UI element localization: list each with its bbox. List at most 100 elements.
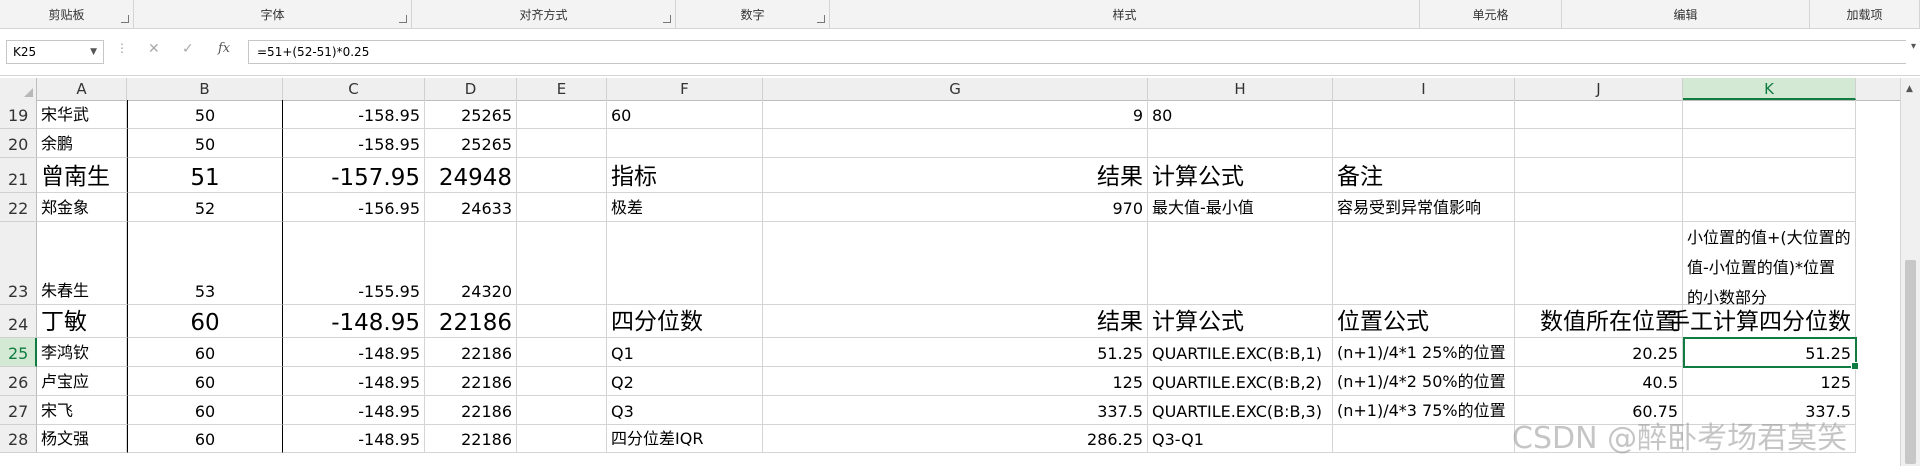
cell-j22[interactable] [1515,193,1683,222]
cell-c23[interactable]: -155.95 [283,222,425,305]
cell-b21[interactable]: 51 [127,158,283,193]
cell-e20[interactable] [517,129,607,158]
cell-i26[interactable]: (n+1)/4*2 50%的位置 [1333,367,1515,396]
cell-i23[interactable] [1333,222,1515,305]
cell-g24[interactable]: 结果 [763,305,1148,338]
cell-f19[interactable]: 60 [607,100,763,129]
column-header-h[interactable]: H [1148,78,1333,100]
column-header-a[interactable]: A [37,78,127,100]
insert-function-icon[interactable]: fx [218,41,230,56]
select-all-button[interactable] [0,78,37,100]
column-header-f[interactable]: F [607,78,763,100]
column-header-e[interactable]: E [517,78,607,100]
cell-i19[interactable] [1333,100,1515,129]
cell-c21[interactable]: -157.95 [283,158,425,193]
cell-g25[interactable]: 51.25 [763,338,1148,367]
cell-b26[interactable]: 60 [127,367,283,396]
more-options-icon[interactable]: ⋮ [116,41,128,55]
cell-g28[interactable]: 286.25 [763,425,1148,453]
name-box[interactable]: K25 ▼ [6,40,104,64]
cell-b20[interactable]: 50 [127,129,283,158]
row-header-19[interactable]: 19 [0,100,37,129]
column-header-g[interactable]: G [763,78,1148,100]
cell-g20[interactable] [763,129,1148,158]
column-header-j[interactable]: J [1515,78,1683,100]
row-header-22[interactable]: 22 [0,193,37,222]
dialog-launcher-icon[interactable] [817,15,825,23]
cell-e22[interactable] [517,193,607,222]
formula-input[interactable]: =51+(52-51)*0.25 [248,40,1906,64]
cell-k24[interactable]: 手工计算四分位数 [1667,305,1856,338]
cell-e28[interactable] [517,425,607,453]
cell-f22[interactable]: 极差 [607,193,763,222]
row-header-24[interactable]: 24 [0,305,37,338]
vertical-scrollbar[interactable]: ▲ [1900,78,1920,466]
cell-f27[interactable]: Q3 [607,396,763,425]
cell-h26[interactable]: QUARTILE.EXC(B:B,2) [1148,367,1333,396]
cell-a22[interactable]: 郑金象 [37,193,127,222]
cell-f25[interactable]: Q1 [607,338,763,367]
cell-h22[interactable]: 最大值-最小值 [1148,193,1333,222]
cell-d23[interactable]: 24320 [425,222,517,305]
cell-f28[interactable]: 四分位差IQR [607,425,763,453]
cell-c25[interactable]: -148.95 [283,338,425,367]
cell-a19[interactable]: 宋华武 [37,100,127,129]
cell-g27[interactable]: 337.5 [763,396,1148,425]
cell-i22[interactable]: 容易受到异常值影响 [1333,193,1515,222]
cell-j20[interactable] [1515,129,1683,158]
cell-g22[interactable]: 970 [763,193,1148,222]
cell-k25[interactable]: 51.25 [1683,338,1856,367]
enter-icon[interactable]: ✓ [182,41,194,57]
scroll-up-icon[interactable]: ▲ [1906,84,1913,94]
cell-e27[interactable] [517,396,607,425]
cell-k20[interactable] [1683,129,1856,158]
cell-a20[interactable]: 余鹏 [37,129,127,158]
cell-h21[interactable]: 计算公式 [1148,158,1333,193]
row-header-21[interactable]: 21 [0,158,37,193]
column-header-c[interactable]: C [283,78,425,100]
cell-k19[interactable] [1683,100,1856,129]
cell-b28[interactable]: 60 [127,425,283,453]
cell-g19[interactable]: 9 [763,100,1148,129]
cell-d20[interactable]: 25265 [425,129,517,158]
cell-b19[interactable]: 50 [127,100,283,129]
cell-f24[interactable]: 四分位数 [607,305,763,338]
cell-c27[interactable]: -148.95 [283,396,425,425]
dialog-launcher-icon[interactable] [121,15,129,23]
cell-d25[interactable]: 22186 [425,338,517,367]
cancel-icon[interactable]: ✕ [148,41,160,57]
column-header-b[interactable]: B [127,78,283,100]
cell-a24[interactable]: 丁敏 [37,305,127,338]
column-header-k[interactable]: K [1683,78,1856,100]
dialog-launcher-icon[interactable] [399,15,407,23]
cell-f20[interactable] [607,129,763,158]
cell-i20[interactable] [1333,129,1515,158]
cell-c26[interactable]: -148.95 [283,367,425,396]
cell-e21[interactable] [517,158,607,193]
cell-h24[interactable]: 计算公式 [1148,305,1333,338]
cell-f23[interactable] [607,222,763,305]
cell-j26[interactable]: 40.5 [1515,367,1683,396]
cell-i27[interactable]: (n+1)/4*3 75%的位置 [1333,396,1515,425]
cell-b23[interactable]: 53 [127,222,283,305]
cell-j24[interactable]: 数值所在位置 [1515,305,1683,338]
cell-c28[interactable]: -148.95 [283,425,425,453]
cell-j23[interactable] [1515,222,1683,305]
cell-k23[interactable]: 小位置的值+(大位置的值-小位置的值)*位置的小数部分 [1683,222,1856,307]
cell-h27[interactable]: QUARTILE.EXC(B:B,3) [1148,396,1333,425]
column-header-d[interactable]: D [425,78,517,100]
cell-d26[interactable]: 22186 [425,367,517,396]
cell-j25[interactable]: 20.25 [1515,338,1683,367]
cell-k26[interactable]: 125 [1683,367,1856,396]
cell-b27[interactable]: 60 [127,396,283,425]
cell-b22[interactable]: 52 [127,193,283,222]
cell-c22[interactable]: -156.95 [283,193,425,222]
cell-h23[interactable] [1148,222,1333,305]
cell-d24[interactable]: 22186 [425,305,517,338]
chevron-down-icon[interactable]: ▼ [90,41,97,63]
cell-k21[interactable] [1683,158,1856,193]
row-header-25[interactable]: 25 [0,338,37,367]
cell-a26[interactable]: 卢宝应 [37,367,127,396]
cell-d22[interactable]: 24633 [425,193,517,222]
cell-h19[interactable]: 80 [1148,100,1333,129]
